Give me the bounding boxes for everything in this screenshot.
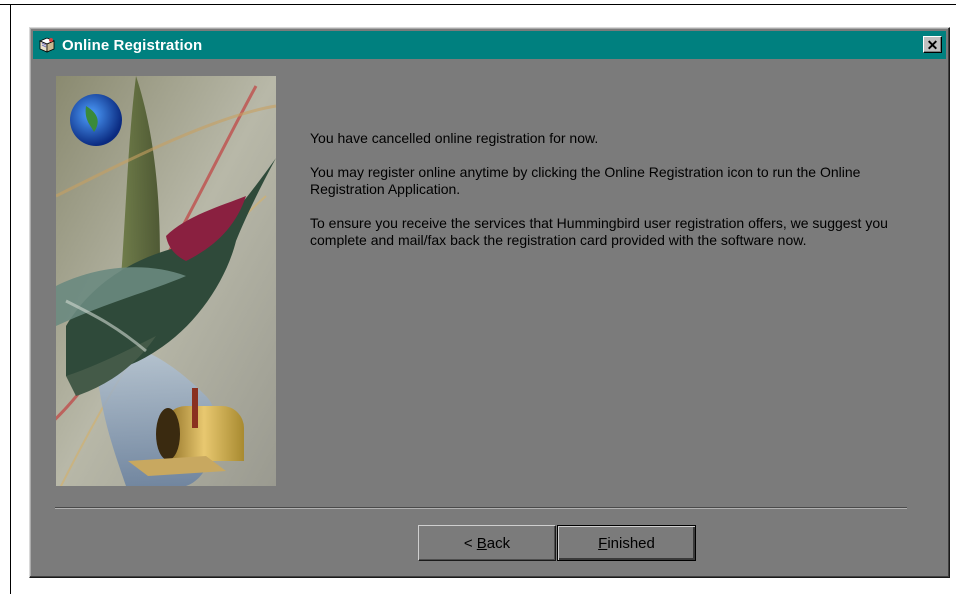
finished-button[interactable]: Finished <box>557 525 696 561</box>
button-separator <box>55 507 907 509</box>
close-button[interactable]: ✕ <box>923 36 942 53</box>
screen-frame-top <box>0 4 956 5</box>
finished-button-label: Finished <box>598 534 655 552</box>
hummingbird-mailbox-illustration <box>56 76 276 486</box>
title-bar[interactable]: Online Registration ✕ <box>33 31 946 59</box>
window-title: Online Registration <box>62 36 203 54</box>
registration-book-icon <box>38 36 56 54</box>
message-text: You have cancelled online registration f… <box>310 130 910 266</box>
message-line-register-later: You may register online anytime by click… <box>310 164 861 197</box>
close-icon: ✕ <box>926 36 939 53</box>
back-button-label: < Back <box>463 534 511 552</box>
screen-frame-left <box>10 4 11 594</box>
message-line-cancelled: You have cancelled online registration f… <box>310 130 599 146</box>
message-line-mail-card: To ensure you receive the services that … <box>310 215 888 248</box>
registration-dialog: Online Registration ✕ You have cancelled… <box>29 27 950 578</box>
back-button[interactable]: < Back <box>418 525 556 561</box>
